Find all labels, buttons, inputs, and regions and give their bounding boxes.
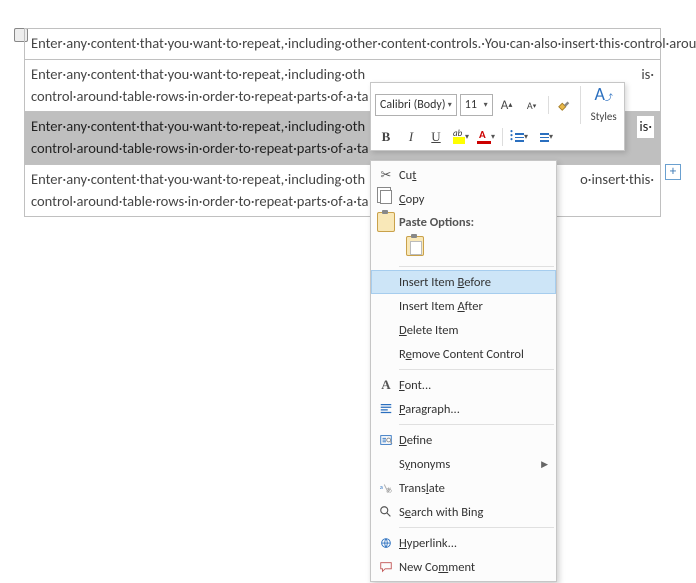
styles-button[interactable]: A⤴ Styles [580,86,620,124]
menu-new-comment[interactable]: New Comment [371,555,556,579]
bullets-button[interactable]: ▾ [508,127,530,147]
comment-icon [373,560,399,574]
separator [548,96,549,114]
separator [502,128,503,146]
search-icon [373,505,399,519]
menu-copy[interactable]: Copy [371,187,556,211]
menu-font[interactable]: A Font... [371,373,556,397]
numbering-button[interactable]: ▾ [533,127,555,147]
menu-define[interactable]: Define [371,428,556,452]
menu-translate[interactable]: aあ Translate [371,476,556,500]
menu-insert-item-before[interactable]: Insert Item Before [371,270,556,294]
row-text: control·around·table·rows·in·order·to·re… [31,139,369,157]
row-text-tail: is· [641,64,654,86]
menu-synonyms[interactable]: Synonyms ▶ [371,452,556,476]
format-painter-button[interactable] [553,95,575,115]
chevron-down-icon: ▾ [465,132,469,142]
font-color-icon [477,130,491,144]
row-text-tail: o·insert·this· [580,169,654,191]
menu-remove-content-control[interactable]: Remove Content Control [371,342,556,366]
font-size-value: 11 [465,98,477,112]
mini-toolbar: Calibri (Body) ▾ 11 ▾ A▴ A▾ A⤴ Styles B … [370,82,625,151]
paste-options-row [371,233,556,263]
italic-button[interactable]: I [400,127,422,147]
menu-cut[interactable]: Cut [371,163,556,187]
add-row-button[interactable]: + [665,164,681,180]
menu-paragraph[interactable]: Paragraph... [371,397,556,421]
font-name-value: Calibri (Body) [380,98,445,112]
chevron-down-icon: ▾ [448,100,452,110]
clipboard-icon [406,236,424,256]
highlight-icon [453,130,465,144]
paste-keep-source-button[interactable] [401,235,429,261]
menu-hyperlink[interactable]: Hyperlink... [371,531,556,555]
separator [399,266,554,267]
font-name-combo[interactable]: Calibri (Body) ▾ [375,94,457,116]
row-text: control·around·table·rows·in·order·to·re… [31,192,369,210]
font-size-combo[interactable]: 11 ▾ [460,94,493,116]
define-icon [373,433,399,447]
chevron-down-icon: ▾ [484,100,488,110]
svg-text:a: a [380,483,383,491]
bold-button[interactable]: B [375,127,397,147]
font-color-button[interactable]: ▾ [475,127,497,147]
paragraph-icon [373,402,399,416]
scissors-icon [373,168,399,183]
chevron-down-icon: ▾ [524,132,528,142]
menu-delete-item[interactable]: Delete Item [371,318,556,342]
menu-search-bing[interactable]: Search with Bing [371,500,556,524]
underline-button[interactable]: U [425,127,447,147]
row-text: control·around·table·rows·in·order·to·re… [31,87,369,105]
grow-font-button[interactable]: A▴ [496,95,518,115]
highlight-button[interactable]: ▾ [450,127,472,147]
hyperlink-icon [373,536,399,550]
font-icon: A [373,377,399,393]
table-row[interactable]: Enter·any·content·that·you·want·to·repea… [25,165,660,217]
translate-icon: aあ [373,481,399,495]
context-menu: Cut Copy Paste Options: Insert Item Befo… [370,160,557,582]
styles-icon: A⤴ [587,86,620,106]
chevron-right-icon: ▶ [541,459,548,470]
row-text: Enter·any·content·that·you·want·to·repea… [31,170,365,188]
table-row[interactable]: Enter·any·content·that·you·want·to·repea… [25,29,660,60]
clipboard-icon [373,212,399,232]
bullets-icon [510,131,524,143]
shrink-font-button[interactable]: A▾ [521,95,543,115]
separator [399,527,554,528]
chevron-down-icon: ▾ [491,132,495,142]
row-text: Enter·any·content·that·you·want·to·repea… [31,117,365,135]
row-text-tail: is· [637,116,654,138]
numbering-icon [535,131,549,143]
paintbrush-icon [557,98,571,112]
menu-paste-options-header: Paste Options: [371,211,556,233]
separator [399,424,554,425]
menu-insert-item-after[interactable]: Insert Item After [371,294,556,318]
styles-label: Styles [591,110,617,123]
separator [399,369,554,370]
copy-icon [373,190,399,208]
chevron-down-icon: ▾ [549,132,553,142]
row-text: Enter·any·content·that·you·want·to·repea… [31,65,365,83]
